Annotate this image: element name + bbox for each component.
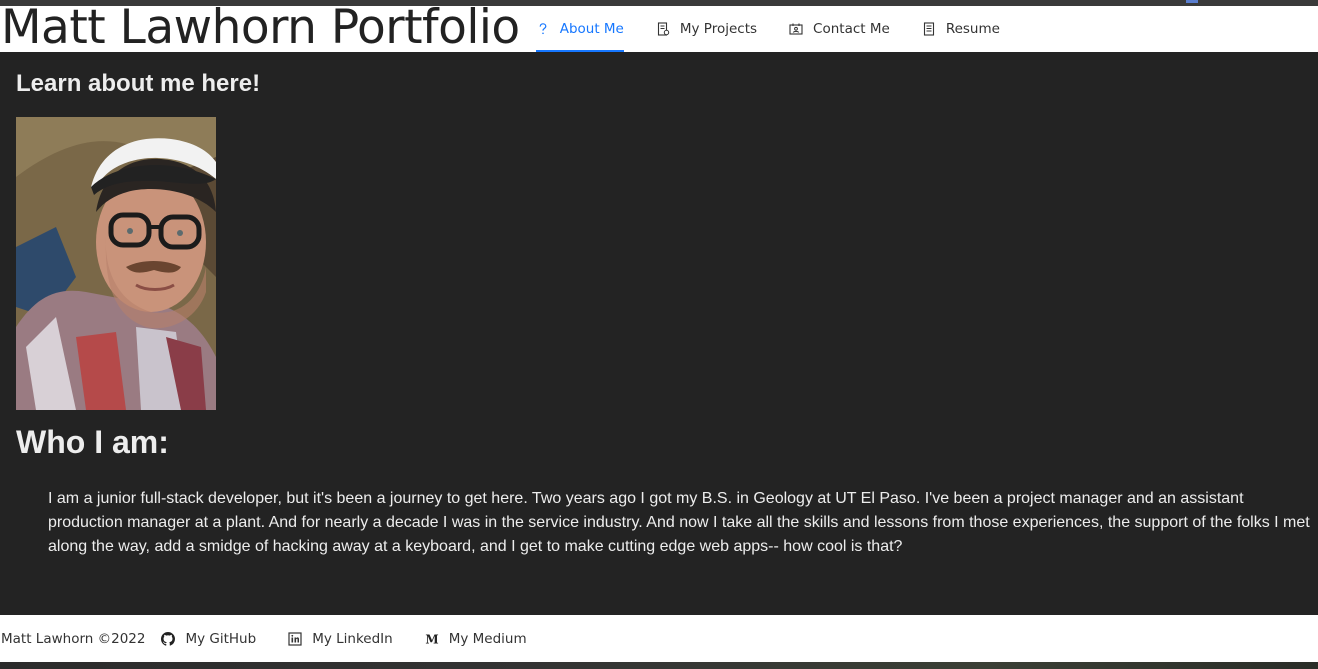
github-link-label: My GitHub — [185, 630, 257, 647]
site-footer: Matt Lawhorn ©2022 My GitHub My LinkedIn… — [0, 615, 1318, 662]
linkedin-link-label: My LinkedIn — [312, 630, 393, 647]
medium-link-label: My Medium — [448, 630, 527, 647]
bio-paragraph: I am a junior full-stack developer, but … — [48, 490, 1310, 555]
contact-card-icon — [789, 22, 803, 36]
svg-text:M: M — [425, 632, 438, 646]
github-link[interactable]: My GitHub — [161, 631, 256, 647]
browser-tab-indicator — [1186, 0, 1198, 3]
intro-heading: Learn about me here! — [16, 70, 261, 97]
medium-link[interactable]: M My Medium — [425, 631, 527, 647]
site-title: Matt Lawhorn Portfolio — [1, 0, 520, 55]
question-icon — [536, 22, 550, 36]
about-section: Learn about me here! Who I am: I am a ju… — [0, 52, 1318, 615]
github-icon — [161, 631, 176, 646]
nav-contact-me[interactable]: Contact Me — [789, 6, 906, 52]
nav-my-projects[interactable]: My Projects — [656, 6, 773, 52]
nav-resume-label: Resume — [945, 21, 1000, 37]
nav-my-projects-label: My Projects — [679, 21, 758, 37]
linkedin-icon — [288, 631, 302, 646]
nav-resume[interactable]: Resume — [922, 6, 1016, 52]
site-header: Matt Lawhorn Portfolio About Me My Proje — [0, 0, 1318, 55]
medium-icon: M — [425, 632, 439, 646]
nav-about-me[interactable]: About Me — [535, 6, 625, 52]
linkedin-link[interactable]: My LinkedIn — [288, 631, 393, 647]
main-nav: About Me My Projects Contact Me Resume — [535, 6, 1032, 52]
copyright-text: Matt Lawhorn ©2022 — [1, 630, 146, 647]
nav-contact-me-label: Contact Me — [813, 21, 890, 37]
nav-about-me-label: About Me — [559, 21, 624, 37]
who-i-am-heading: Who I am: — [16, 424, 169, 460]
portrait-photo — [16, 117, 216, 410]
page-bottom-edge — [0, 662, 1318, 669]
document-icon — [656, 22, 670, 36]
resume-icon — [922, 22, 936, 36]
